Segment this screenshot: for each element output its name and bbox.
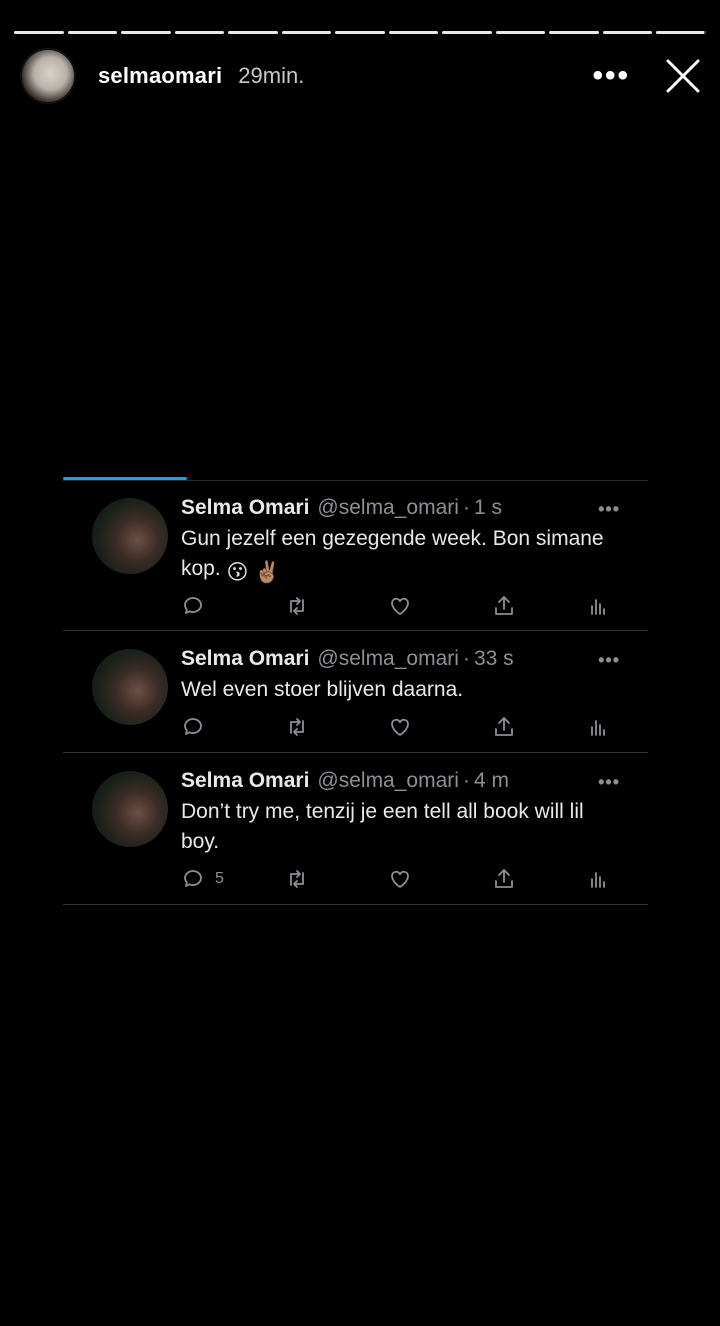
tweet-text: Don’t try me, tenzij je een tell all boo…	[181, 800, 584, 853]
tweet-thread: Selma Omari @selma_omari · 1 s ••• Gun j…	[63, 477, 648, 905]
reply-icon	[184, 870, 202, 887]
avatar[interactable]	[92, 771, 168, 847]
more-horizontal-icon[interactable]: •••	[598, 772, 620, 793]
tweet-age: 1 s	[473, 496, 502, 519]
more-horizontal-icon[interactable]: •••	[592, 61, 630, 91]
share-icon	[495, 869, 513, 888]
tweet-actions	[181, 714, 611, 740]
analytics-button[interactable]	[586, 714, 610, 740]
tweet-actions	[181, 593, 611, 619]
share-icon	[495, 717, 513, 736]
like-button[interactable]	[388, 866, 412, 892]
tweet-age: 4 m	[473, 769, 509, 792]
separator-dot: ·	[462, 496, 470, 519]
separator-dot: ·	[462, 769, 470, 792]
reply-icon	[184, 718, 202, 735]
heart-icon	[391, 597, 409, 615]
reply-icon	[184, 597, 202, 614]
progress-segment	[602, 31, 653, 34]
story-username[interactable]: selmaomari	[98, 63, 222, 89]
progress-segment	[67, 31, 118, 34]
tweet[interactable]: Selma Omari @selma_omari · 1 s ••• Gun j…	[63, 477, 648, 631]
progress-segment	[281, 31, 332, 34]
progress-segment	[121, 31, 171, 34]
analytics-icon	[591, 872, 605, 888]
story-avatar[interactable]	[20, 48, 76, 104]
reply-count: 5	[215, 870, 224, 887]
progress-segment	[549, 31, 599, 34]
like-button[interactable]	[388, 593, 412, 619]
analytics-button[interactable]	[586, 593, 610, 619]
retweet-button[interactable]	[285, 714, 309, 740]
tweet-actions: 5	[181, 866, 611, 892]
progress-segment-active	[656, 31, 706, 34]
heart-icon	[391, 718, 409, 736]
retweet-icon	[290, 870, 304, 888]
progress-segment	[335, 31, 385, 34]
share-button[interactable]	[492, 714, 516, 740]
retweet-button[interactable]	[285, 593, 309, 619]
progress-segment	[388, 31, 439, 34]
retweet-icon	[290, 597, 304, 615]
story-header: selmaomari 29min. •••	[20, 46, 700, 106]
author-name[interactable]: Selma Omari	[181, 769, 309, 793]
tweet-age: 33 s	[473, 647, 514, 670]
progress-segment	[174, 31, 225, 34]
kissing-face-emoji: 😗	[226, 561, 249, 584]
author-handle[interactable]: @selma_omari	[317, 647, 459, 671]
close-icon[interactable]	[666, 59, 700, 93]
share-button[interactable]	[492, 593, 516, 619]
avatar[interactable]	[92, 649, 168, 725]
avatar[interactable]	[92, 498, 168, 574]
share-button[interactable]	[492, 866, 516, 892]
tweet[interactable]: Selma Omari @selma_omari · 4 m ••• Don’t…	[63, 753, 648, 905]
tweet[interactable]: Selma Omari @selma_omari · 33 s ••• Wel …	[63, 631, 648, 753]
reply-button[interactable]	[181, 714, 215, 740]
share-icon	[495, 596, 513, 615]
author-handle[interactable]: @selma_omari	[317, 496, 459, 520]
author-name[interactable]: Selma Omari	[181, 647, 309, 671]
progress-segment	[228, 31, 278, 34]
tweet-text: Wel even stoer blijven daarna.	[181, 678, 464, 701]
progress-segment	[14, 31, 64, 34]
reply-button[interactable]: 5	[181, 866, 224, 892]
separator-dot: ·	[462, 647, 470, 670]
author-handle[interactable]: @selma_omari	[317, 769, 459, 793]
tweet-header: Selma Omari @selma_omari · 33 s	[181, 647, 514, 671]
story-progress-bar	[14, 31, 706, 34]
retweet-button[interactable]	[285, 866, 309, 892]
tweet-header: Selma Omari @selma_omari · 4 m	[181, 769, 509, 793]
more-horizontal-icon[interactable]: •••	[598, 650, 620, 671]
like-button[interactable]	[388, 714, 412, 740]
tweet-header: Selma Omari @selma_omari · 1 s	[181, 496, 502, 520]
victory-hand-emoji: ✌🏽	[254, 561, 281, 584]
retweet-icon	[290, 718, 304, 736]
story-timestamp: 29min.	[238, 63, 305, 88]
analytics-icon	[591, 599, 605, 615]
progress-segment	[495, 31, 546, 34]
analytics-button[interactable]	[586, 866, 610, 892]
progress-segment	[442, 31, 492, 34]
heart-icon	[391, 870, 409, 888]
analytics-icon	[591, 720, 605, 736]
more-horizontal-icon[interactable]: •••	[598, 499, 620, 520]
tweet-text: Gun jezelf een gezegende week. Bon siman…	[181, 524, 621, 588]
reply-button[interactable]	[181, 593, 215, 619]
author-name[interactable]: Selma Omari	[181, 496, 309, 520]
